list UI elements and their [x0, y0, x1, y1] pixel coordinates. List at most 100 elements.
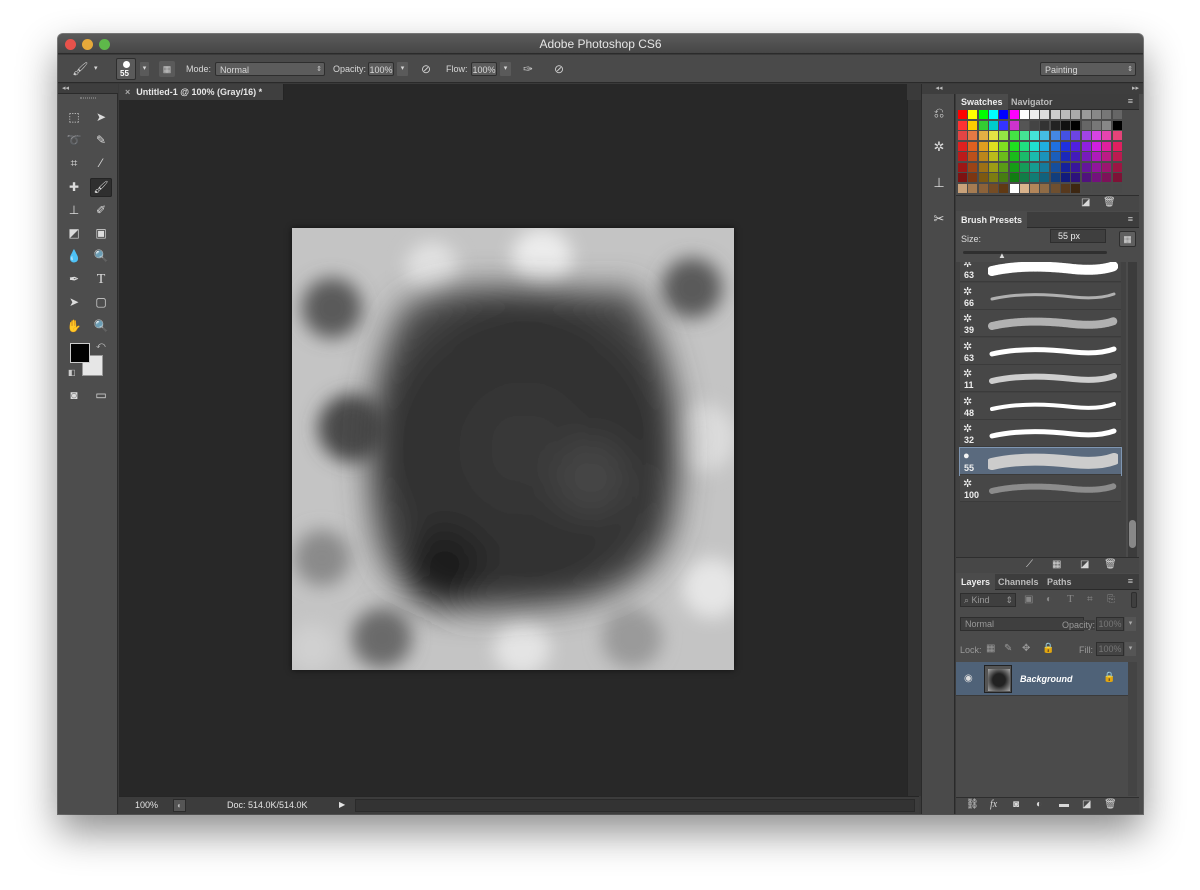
brush-picker-button[interactable]: 55 [116, 58, 136, 80]
color-swatch[interactable] [958, 173, 967, 182]
screen-mode-icon[interactable]: ▭ [90, 386, 112, 405]
brush-preset-item[interactable]: ✲ 11 [960, 365, 1121, 392]
color-swatch[interactable] [988, 173, 998, 182]
color-swatch[interactable] [1009, 162, 1019, 172]
color-swatch[interactable] [999, 110, 1009, 119]
color-swatch[interactable] [968, 162, 978, 172]
color-swatch[interactable] [968, 152, 978, 161]
collapse-tools-icon[interactable]: ◂◂ [58, 84, 118, 94]
color-swatch[interactable] [1030, 162, 1040, 172]
pressure-size-icon[interactable]: ⊘ [551, 61, 567, 77]
color-swatch[interactable] [1040, 173, 1050, 182]
color-swatch[interactable] [1019, 162, 1029, 172]
default-colors-icon[interactable]: ◧ [68, 368, 76, 377]
opacity-input[interactable]: 100% [368, 62, 394, 76]
opacity-dropdown-icon[interactable]: ▾ [397, 62, 408, 76]
color-swatch[interactable] [999, 183, 1009, 193]
lock-pixels-icon[interactable]: ✎ [1004, 643, 1012, 654]
zoom-level[interactable]: 100% [135, 800, 158, 810]
color-swatch[interactable] [1019, 131, 1029, 140]
color-swatch[interactable] [1091, 131, 1101, 140]
brush-tool-preset-button[interactable]: 🖌 [72, 61, 89, 77]
color-swatch[interactable] [958, 141, 967, 151]
brush-preset-item[interactable]: ● 55 [959, 446, 1122, 476]
layer-filter-select[interactable]: ⌕ Kind ⇕ [960, 593, 1016, 607]
color-swatch[interactable] [968, 120, 978, 130]
color-swatch[interactable] [1019, 152, 1029, 161]
color-swatch[interactable] [1102, 120, 1112, 130]
crop-tool-icon[interactable]: ⌗ [63, 154, 85, 173]
color-swatch[interactable] [1050, 152, 1060, 161]
history-panel-icon[interactable]: ⎌ [928, 102, 950, 124]
color-swatch[interactable] [1071, 183, 1081, 193]
airbrush-icon[interactable]: ✑ [520, 61, 536, 77]
new-layer-icon[interactable]: ◪ [1082, 799, 1091, 810]
color-swatch[interactable] [999, 141, 1009, 151]
color-swatch[interactable] [1102, 173, 1112, 182]
tab-channels[interactable]: Channels [993, 574, 1044, 590]
foreground-color-swatch[interactable] [70, 343, 90, 363]
color-swatch[interactable] [1071, 120, 1081, 130]
color-swatch[interactable] [1071, 110, 1081, 119]
color-swatch[interactable] [1040, 110, 1050, 119]
color-swatch[interactable] [1102, 141, 1112, 151]
zoom-preview-icon[interactable]: ◐ [173, 799, 186, 812]
color-swatch[interactable] [958, 183, 967, 193]
color-swatch[interactable] [1112, 173, 1122, 182]
color-swatch[interactable] [958, 110, 967, 119]
color-swatch[interactable] [958, 131, 967, 140]
scroll-thumb[interactable] [1129, 520, 1136, 548]
color-swatch[interactable] [1040, 183, 1050, 193]
type-filter-icon[interactable]: T [1067, 593, 1074, 605]
lock-position-icon[interactable]: ✥ [1022, 643, 1030, 654]
color-swatch[interactable] [968, 131, 978, 140]
blur-tool-icon[interactable]: 💧 [63, 247, 85, 266]
color-swatch[interactable] [1009, 110, 1019, 119]
new-preset-icon[interactable]: ◪ [1080, 559, 1089, 570]
path-selection-tool-icon[interactable]: ➤ [63, 293, 85, 312]
zoom-tool-icon[interactable]: 🔍 [90, 317, 112, 336]
color-swatch[interactable] [1081, 110, 1091, 119]
fill-dropdown-icon[interactable]: ▾ [1125, 642, 1136, 656]
layer-mask-icon[interactable]: ◙ [1013, 799, 1019, 810]
color-swatch[interactable] [968, 173, 978, 182]
color-swatch[interactable] [988, 120, 998, 130]
color-swatch[interactable] [1112, 162, 1122, 172]
color-swatch[interactable] [1019, 110, 1029, 119]
flow-dropdown-icon[interactable]: ▾ [500, 62, 511, 76]
color-swatch[interactable] [1050, 120, 1060, 130]
color-swatch[interactable] [1050, 162, 1060, 172]
brush-preset-item[interactable]: ✲ 66 [960, 282, 1121, 310]
color-swatch[interactable] [988, 131, 998, 140]
mode-select[interactable]: Normal ⇕ [215, 62, 325, 76]
color-swatch[interactable] [999, 162, 1009, 172]
color-swatch[interactable] [1081, 131, 1091, 140]
color-swatch[interactable] [1061, 162, 1070, 172]
color-swatch[interactable] [1091, 152, 1101, 161]
adjustment-layer-icon[interactable]: ◐ [1036, 799, 1042, 810]
trash-icon[interactable]: 🗑 [1104, 559, 1117, 570]
tab-brush-presets[interactable]: Brush Presets [956, 212, 1028, 228]
brush-preset-item[interactable]: ✲ 48 [960, 392, 1121, 420]
layer-name[interactable]: Background [1020, 674, 1073, 684]
layer-style-icon[interactable]: fx [990, 799, 997, 810]
swap-colors-icon[interactable]: ⤺ [96, 340, 106, 351]
pressure-opacity-icon[interactable]: ⊘ [418, 61, 434, 77]
color-swatch[interactable] [999, 173, 1009, 182]
color-swatch[interactable] [1050, 110, 1060, 119]
new-group-icon[interactable]: ▬ [1059, 799, 1069, 810]
color-swatch[interactable] [1081, 173, 1091, 182]
color-swatch[interactable] [988, 110, 998, 119]
move-tool-icon[interactable]: ➤ [90, 108, 112, 127]
color-swatch[interactable] [1009, 120, 1019, 130]
brush-picker-dropdown-icon[interactable]: ▾ [140, 62, 149, 76]
swatch-grid[interactable] [958, 110, 1134, 195]
color-swatch[interactable] [1071, 162, 1081, 172]
color-swatch[interactable] [1071, 141, 1081, 151]
color-swatch[interactable] [999, 152, 1009, 161]
color-swatch[interactable] [1030, 173, 1040, 182]
color-swatch[interactable] [958, 152, 967, 161]
color-swatch[interactable] [978, 131, 988, 140]
color-swatch[interactable] [1102, 131, 1112, 140]
color-swatch[interactable] [1081, 162, 1091, 172]
